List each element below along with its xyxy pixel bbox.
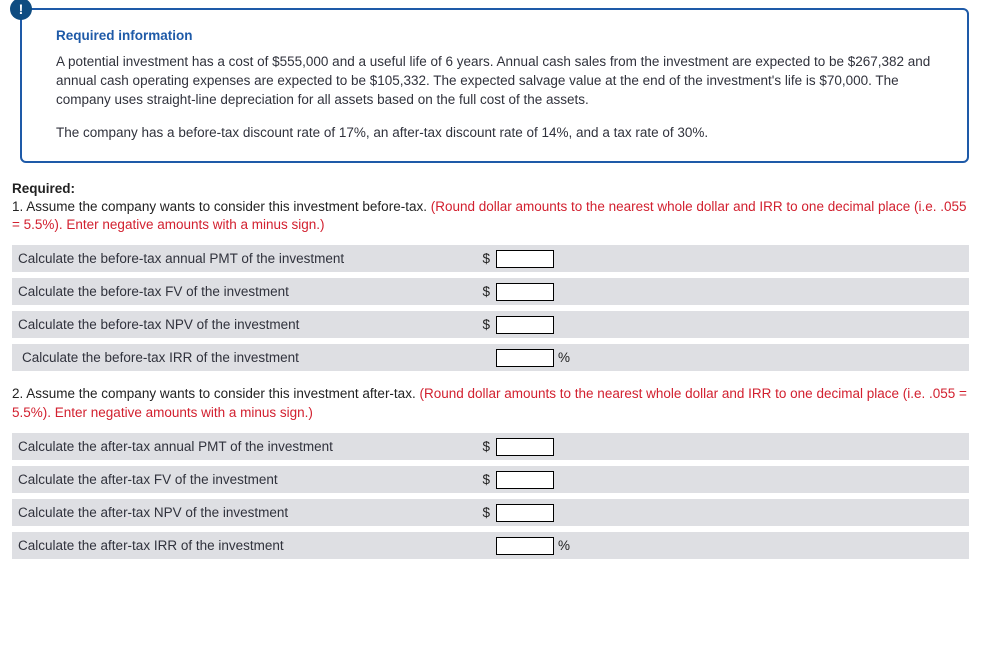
value-cell: $	[472, 316, 682, 334]
q1-prefix: 1. Assume the company wants to consider …	[12, 199, 431, 214]
label-after-tax-irr: Calculate the after-tax IRR of the inves…	[12, 538, 472, 553]
value-cell: $	[472, 504, 682, 522]
dollar-sign: $	[472, 251, 490, 266]
required-info-panel: ! Required information A potential inves…	[12, 8, 969, 163]
label-after-tax-fv: Calculate the after-tax FV of the invest…	[12, 472, 472, 487]
input-after-tax-fv[interactable]	[496, 471, 554, 489]
label-before-tax-fv: Calculate the before-tax FV of the inves…	[12, 284, 472, 299]
label-after-tax-npv: Calculate the after-tax NPV of the inves…	[12, 505, 472, 520]
q1-rows: Calculate the before-tax annual PMT of t…	[12, 245, 969, 371]
dollar-sign: $	[472, 317, 490, 332]
dollar-sign: $	[472, 505, 490, 520]
row-before-tax-irr: Calculate the before-tax IRR of the inve…	[12, 344, 969, 371]
label-after-tax-pmt: Calculate the after-tax annual PMT of th…	[12, 439, 472, 454]
dollar-sign: $	[472, 284, 490, 299]
required-label: Required:	[12, 181, 969, 196]
value-cell: $	[472, 250, 682, 268]
percent-sign: %	[554, 350, 572, 365]
label-before-tax-npv: Calculate the before-tax NPV of the inve…	[12, 317, 472, 332]
value-cell: %	[472, 349, 682, 367]
input-before-tax-pmt[interactable]	[496, 250, 554, 268]
input-before-tax-irr[interactable]	[496, 349, 554, 367]
row-after-tax-fv: Calculate the after-tax FV of the invest…	[12, 466, 969, 493]
value-cell: $	[472, 438, 682, 456]
row-before-tax-npv: Calculate the before-tax NPV of the inve…	[12, 311, 969, 338]
row-before-tax-fv: Calculate the before-tax FV of the inves…	[12, 278, 969, 305]
percent-sign: %	[554, 538, 572, 553]
q2-prefix: 2. Assume the company wants to consider …	[12, 386, 419, 401]
required-info-title: Required information	[56, 28, 945, 43]
label-before-tax-irr: Calculate the before-tax IRR of the inve…	[12, 350, 472, 365]
info-paragraph-2: The company has a before-tax discount ra…	[56, 124, 945, 143]
label-before-tax-pmt: Calculate the before-tax annual PMT of t…	[12, 251, 472, 266]
input-before-tax-npv[interactable]	[496, 316, 554, 334]
row-after-tax-pmt: Calculate the after-tax annual PMT of th…	[12, 433, 969, 460]
input-after-tax-irr[interactable]	[496, 537, 554, 555]
info-paragraph-1: A potential investment has a cost of $55…	[56, 53, 945, 110]
value-cell: $	[472, 283, 682, 301]
input-before-tax-fv[interactable]	[496, 283, 554, 301]
q2-rows: Calculate the after-tax annual PMT of th…	[12, 433, 969, 559]
question-2-text: 2. Assume the company wants to consider …	[12, 385, 969, 423]
value-cell: %	[472, 537, 682, 555]
dollar-sign: $	[472, 472, 490, 487]
row-before-tax-pmt: Calculate the before-tax annual PMT of t…	[12, 245, 969, 272]
input-after-tax-pmt[interactable]	[496, 438, 554, 456]
value-cell: $	[472, 471, 682, 489]
dollar-sign: $	[472, 439, 490, 454]
row-after-tax-irr: Calculate the after-tax IRR of the inves…	[12, 532, 969, 559]
question-1-text: 1. Assume the company wants to consider …	[12, 198, 969, 236]
input-after-tax-npv[interactable]	[496, 504, 554, 522]
info-box: Required information A potential investm…	[20, 8, 969, 163]
row-after-tax-npv: Calculate the after-tax NPV of the inves…	[12, 499, 969, 526]
